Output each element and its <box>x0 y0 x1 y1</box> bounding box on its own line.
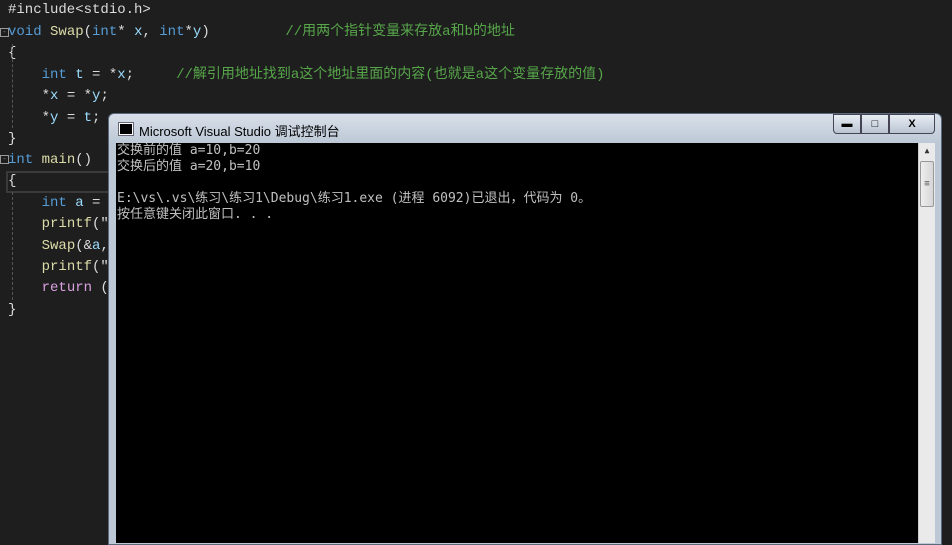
console-line: 按任意键关闭此窗口. . . <box>117 207 274 222</box>
console-app-icon <box>119 123 133 135</box>
code-token: int <box>92 24 118 40</box>
code-token: ; <box>92 110 101 126</box>
code-token: (" <box>92 216 109 232</box>
code-line[interactable]: printf(" <box>8 257 109 278</box>
console-line: E:\vs\.vs\练习\练习1\Debug\练习1.exe (进程 6092)… <box>117 191 592 206</box>
code-token: ; <box>100 88 109 104</box>
code-token: * <box>184 24 193 40</box>
code-line[interactable]: void Swap(int* x, int*y) //用两个指针变量来存放a和b… <box>8 22 515 43</box>
fold-toggle-icon[interactable]: - <box>0 28 9 37</box>
code-line[interactable]: printf(" <box>8 214 109 235</box>
code-token: ) <box>201 24 286 40</box>
indent-guide <box>12 192 13 300</box>
console-output: 交换前的值 a=10,b=20 交换后的值 a=20,b=10 E:\vs\.vs\… <box>116 143 919 543</box>
code-line[interactable]: int t = *x; //解引用地址找到a这个地址里面的内容(也就是a这个变量… <box>8 65 605 86</box>
code-token: * <box>117 24 135 40</box>
code-token: int <box>8 152 42 168</box>
code-line[interactable]: int main() <box>8 150 92 171</box>
code-token: Swap <box>50 24 84 40</box>
window-title: Microsoft Visual Studio 调试控制台 <box>139 124 340 139</box>
code-token: int <box>41 67 76 83</box>
scrollbar-thumb[interactable]: ≡ <box>920 161 934 207</box>
code-line[interactable]: Swap(&a, <box>8 236 109 257</box>
code-token: printf <box>41 216 93 232</box>
code-token: printf <box>41 259 93 275</box>
code-token: = * <box>58 88 93 104</box>
code-token: Swap <box>41 238 76 254</box>
code-token: = <box>58 110 84 126</box>
scroll-up-icon[interactable]: ▲ <box>919 143 935 159</box>
console-line: 交换后的值 a=20,b=10 <box>117 159 261 174</box>
code-line[interactable]: #include<stdio.h> <box>8 0 151 21</box>
close-button[interactable]: X <box>889 114 935 134</box>
code-line[interactable]: *x = *y; <box>8 86 109 107</box>
code-token: t <box>75 67 84 83</box>
vertical-scrollbar[interactable]: ▲ ≡ <box>918 143 935 543</box>
code-token: int <box>41 195 76 211</box>
fold-toggle-icon[interactable]: - <box>0 155 9 164</box>
code-token: () <box>75 152 93 168</box>
minimize-button[interactable]: ▬ <box>833 114 861 134</box>
code-token: ( <box>92 280 109 296</box>
code-token: x <box>117 67 126 83</box>
code-token: } <box>8 131 17 147</box>
code-token: return <box>41 280 93 296</box>
code-token: = <box>83 195 101 211</box>
code-token: * <box>8 88 51 104</box>
console-line: 交换前的值 a=10,b=20 <box>117 143 261 158</box>
maximize-button[interactable]: □ <box>861 114 889 134</box>
code-token: * <box>8 110 51 126</box>
code-line[interactable]: int a = <box>8 193 101 214</box>
code-token: ( <box>83 24 93 40</box>
code-token: t <box>83 110 93 126</box>
code-line[interactable]: return ( <box>8 278 109 299</box>
code-line[interactable]: } <box>8 300 16 321</box>
code-token: #include<stdio.h> <box>8 2 151 18</box>
current-line-highlight <box>6 171 114 193</box>
code-token: ; <box>125 67 177 83</box>
code-token: int <box>159 24 185 40</box>
code-line[interactable]: } <box>8 129 16 150</box>
code-token: main <box>41 152 76 168</box>
code-token: //用两个指针变量来存放a和b的地址 <box>285 24 515 40</box>
code-token: = * <box>83 67 118 83</box>
code-line[interactable]: *y = t; <box>8 108 101 129</box>
code-token: //解引用地址找到a这个地址里面的内容(也就是a这个变量存放的值) <box>176 67 605 83</box>
code-token: (" <box>92 259 109 275</box>
debug-console-window: Microsoft Visual Studio 调试控制台 ▬ □ X 交换前的… <box>108 113 942 545</box>
code-token: } <box>8 302 17 318</box>
code-token: (& <box>75 238 93 254</box>
indent-guide <box>12 44 13 128</box>
code-token: , <box>142 24 160 40</box>
code-token: void <box>8 24 51 40</box>
code-token: a <box>75 195 84 211</box>
